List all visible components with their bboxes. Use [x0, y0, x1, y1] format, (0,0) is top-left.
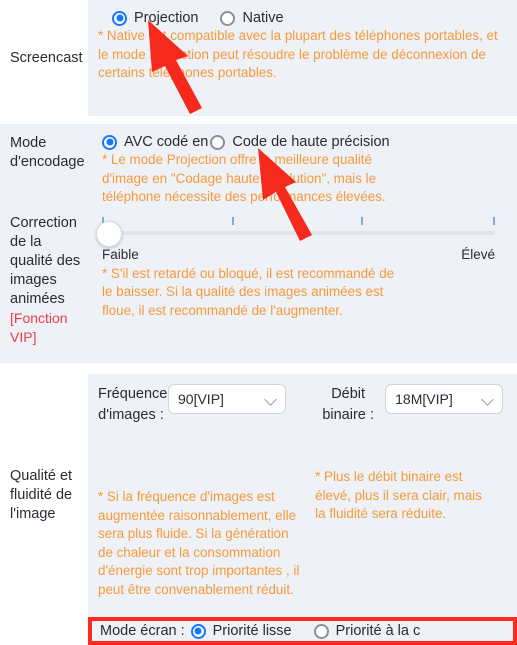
bitrate-label: Débit binaire : [322, 386, 374, 423]
radio-projection[interactable] [112, 10, 127, 26]
encoding-quality-panel: AVC codé en Code de haute précision * Le… [88, 124, 517, 363]
section-image-quality: Qualité et fluidité de l'image Fréquence… [0, 374, 517, 617]
section-label-encoding: Mode d'encodage [10, 135, 85, 170]
slider-tick [361, 216, 364, 225]
screencast-note: * Native est compatible avec la plupart … [98, 28, 498, 80]
radio-priorite-qualite-label[interactable]: Priorité à la c [336, 623, 421, 639]
slider-track[interactable] [102, 230, 495, 235]
encoding-radio-group: AVC codé en Code de haute précision [102, 134, 509, 150]
section-label-correction: Correction de la qualité des images anim… [10, 215, 81, 307]
slider-min-label: Faible [102, 246, 139, 262]
radio-priorite-qualite[interactable] [313, 623, 329, 639]
section-label-screencast: Screencast [0, 0, 88, 116]
screen-mode-label: Mode écran : [100, 623, 185, 639]
bitrate-value: 18M[VIP] [395, 391, 453, 407]
bitrate-note: * Plus le débit binaire est élevé, plus … [315, 469, 482, 521]
chevron-down-icon [482, 393, 494, 405]
quality-slider[interactable]: Faible Élevé [96, 216, 495, 262]
bitrate-field: Débit binaire : 18M[VIP] [315, 384, 509, 426]
encoding-note: * Le mode Projection offre la meilleure … [102, 152, 386, 204]
framerate-field: Fréquence d'images : 90[VIP] [98, 384, 304, 426]
vip-badge: [Fonction VIP] [10, 310, 68, 345]
settings-page: Screencast Projection Native * Native es… [0, 0, 517, 645]
bitrate-field-group: Débit binaire : 18M[VIP] * Plus le débit… [315, 384, 509, 599]
image-quality-fields: Fréquence d'images : 90[VIP] * Si la fré… [98, 384, 509, 599]
framerate-field-group: Fréquence d'images : 90[VIP] * Si la fré… [98, 384, 304, 599]
radio-high-precision-label[interactable]: Code de haute précision [232, 134, 389, 150]
framerate-label: Fréquence d'images : [98, 386, 168, 423]
radio-avc[interactable] [102, 134, 117, 150]
slider-knob[interactable] [96, 220, 122, 247]
slider-tick [231, 216, 234, 225]
screencast-radio-group: Projection Native [112, 10, 509, 26]
radio-high-precision[interactable] [210, 134, 226, 150]
radio-native-label[interactable]: Native [242, 10, 283, 26]
section-label-image-quality: Qualité et fluidité de l'image [0, 374, 88, 617]
section-label-group: Mode d'encodage Correction de la qualité… [0, 124, 88, 363]
screencast-panel: Projection Native * Native est compatibl… [88, 0, 517, 116]
radio-priorite-lisse[interactable] [190, 623, 206, 639]
radio-native[interactable] [220, 10, 236, 26]
radio-projection-label[interactable]: Projection [134, 10, 198, 26]
radio-priorite-lisse-label[interactable]: Priorité lisse [213, 623, 292, 639]
bitrate-select[interactable]: 18M[VIP] [385, 384, 504, 414]
slider-max-label: Élevé [461, 246, 495, 262]
framerate-value: 90[VIP] [178, 391, 224, 407]
section-screencast: Screencast Projection Native * Native es… [0, 0, 517, 116]
slider-ticks [102, 216, 495, 226]
slider-scale-labels: Faible Élevé [102, 247, 495, 262]
correction-note: * S'il est retardé ou bloqué, il est rec… [102, 265, 395, 318]
section-encoding-quality: Mode d'encodage Correction de la qualité… [0, 124, 517, 363]
framerate-select[interactable]: 90[VIP] [168, 384, 286, 414]
image-quality-panel: Fréquence d'images : 90[VIP] * Si la fré… [88, 374, 517, 617]
radio-avc-label[interactable]: AVC codé en [124, 134, 208, 150]
slider-tick [493, 216, 495, 225]
chevron-down-icon [265, 393, 277, 405]
screen-mode-bar: Mode écran : Priorité lisse Priorité à l… [88, 617, 517, 645]
framerate-note: * Si la fréquence d'images est augmentée… [98, 489, 300, 597]
screen-mode-row: Mode écran : Priorité lisse Priorité à l… [92, 621, 513, 641]
